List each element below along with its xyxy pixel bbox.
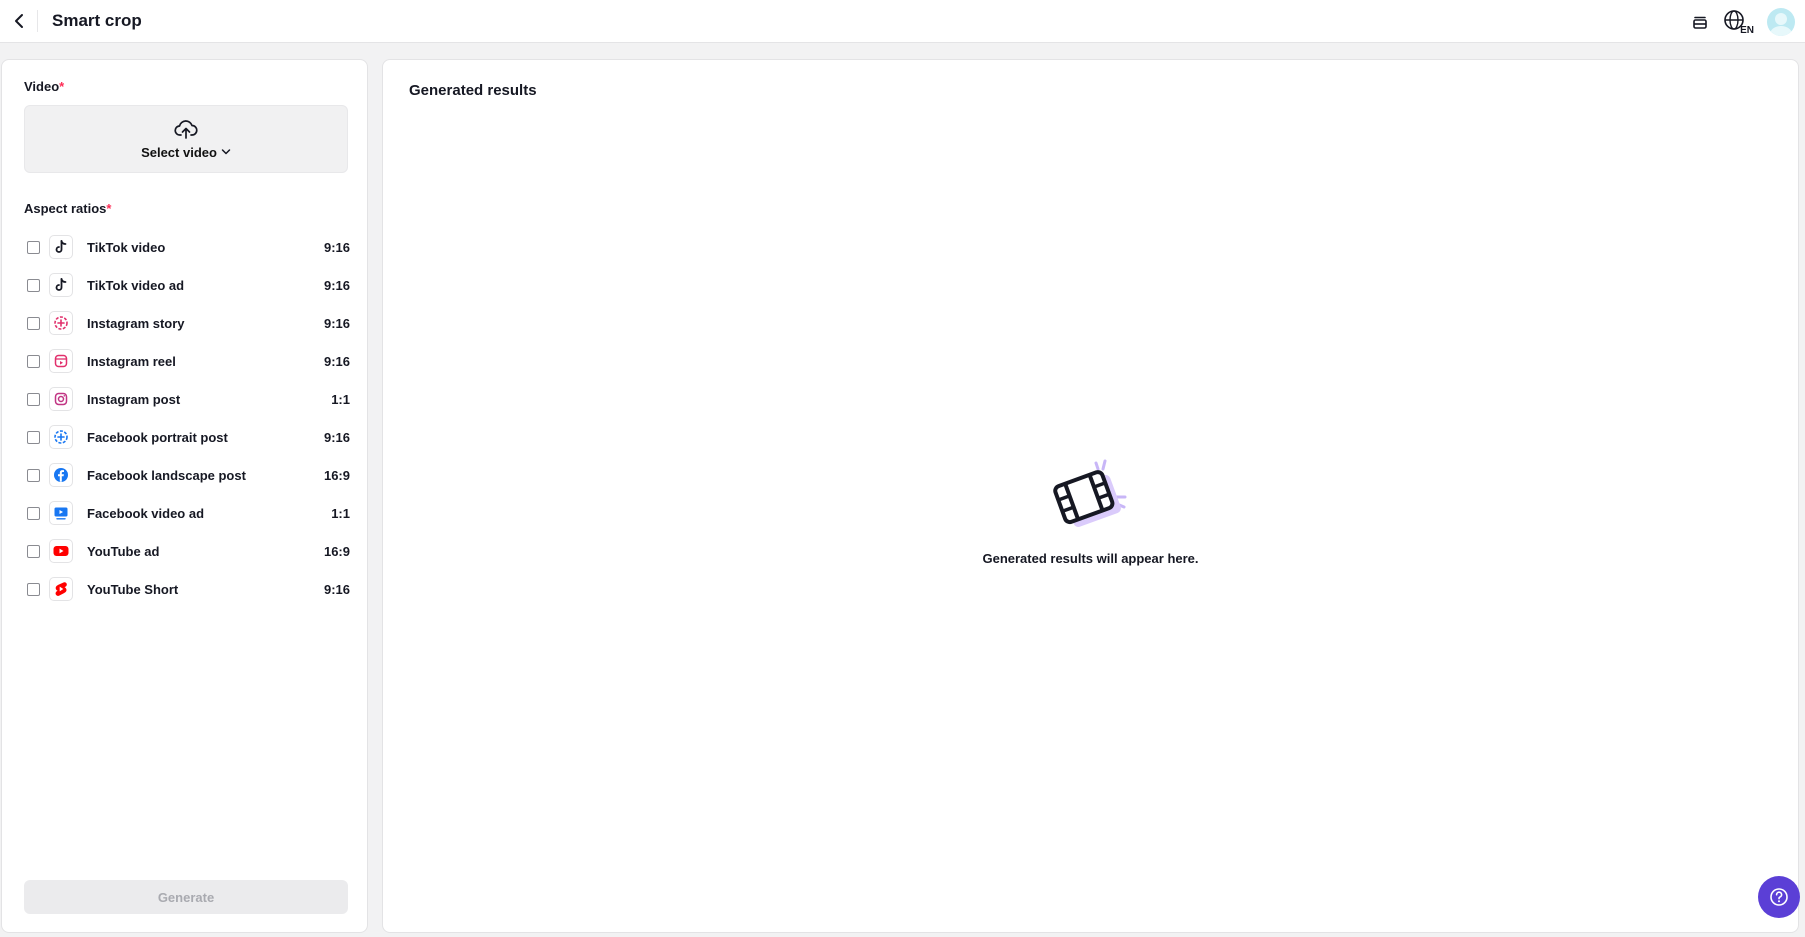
select-video-label: Select video <box>141 144 217 160</box>
aspect-ratio-item[interactable]: YouTube ad 16:9 <box>24 532 350 570</box>
facebook-video-icon <box>49 501 73 525</box>
aspect-ratio-item[interactable]: Facebook video ad 1:1 <box>24 494 350 532</box>
aspect-ratio-label: Facebook video ad <box>87 505 205 521</box>
top-bar: Smart crop EN <box>0 0 1805 43</box>
aspect-ratio-item[interactable]: TikTok video ad 9:16 <box>24 266 350 304</box>
aspect-ratios-label: Aspect ratios* <box>24 201 112 216</box>
language-code: EN <box>1740 24 1754 36</box>
aspect-ratio-item[interactable]: Facebook landscape post 16:9 <box>24 456 350 494</box>
aspect-ratio-value: 9:16 <box>323 277 350 293</box>
aspect-ratio-value: 16:9 <box>323 543 350 559</box>
aspect-ratio-list: TikTok video 9:16 TikTok video ad 9:16 I… <box>24 228 350 608</box>
tasks-button[interactable] <box>1691 13 1709 31</box>
aspect-ratio-item[interactable]: YouTube Short 9:16 <box>24 570 350 608</box>
generate-button[interactable]: Generate <box>24 880 348 914</box>
aspect-ratio-value: 1:1 <box>331 505 350 521</box>
aspect-ratio-item[interactable]: Instagram reel 9:16 <box>24 342 350 380</box>
aspect-ratio-value: 16:9 <box>323 467 350 483</box>
aspect-ratio-checkbox[interactable] <box>27 582 40 596</box>
aspect-ratio-value: 9:16 <box>323 239 350 255</box>
aspect-ratio-value: 1:1 <box>331 391 350 407</box>
aspect-ratio-label: Facebook landscape post <box>87 467 246 483</box>
aspect-ratio-item[interactable]: Instagram post 1:1 <box>24 380 350 418</box>
aspect-ratio-label: Instagram post <box>87 391 181 407</box>
results-title: Generated results <box>409 82 537 99</box>
chevron-left-icon <box>14 14 23 28</box>
youtube-icon <box>49 539 73 563</box>
aspect-ratio-label: YouTube Short <box>87 581 179 597</box>
aspect-ratio-label: TikTok video ad <box>87 277 185 293</box>
stack-icon <box>1693 16 1707 29</box>
tiktok-icon <box>49 235 73 259</box>
aspect-ratio-value: 9:16 <box>323 315 350 331</box>
aspect-ratio-item[interactable]: Instagram story 9:16 <box>24 304 350 342</box>
header-actions: EN <box>1691 0 1795 43</box>
video-section-label: Video* <box>24 79 65 94</box>
aspect-ratio-item[interactable]: Facebook portrait post 9:16 <box>24 418 350 456</box>
select-video-button[interactable]: Select video <box>24 105 348 173</box>
avatar[interactable] <box>1767 7 1795 36</box>
question-mark-icon <box>1770 888 1788 906</box>
aspect-ratio-checkbox[interactable] <box>27 468 40 482</box>
help-button[interactable] <box>1758 876 1800 918</box>
empty-state-message: Generated results will appear here. <box>982 551 1199 566</box>
facebook-story-icon <box>49 425 73 449</box>
aspect-ratio-checkbox[interactable] <box>27 392 40 406</box>
aspect-ratio-checkbox[interactable] <box>27 544 40 558</box>
instagram-story-icon <box>49 311 73 335</box>
aspect-ratio-label: TikTok video <box>87 239 166 255</box>
cloud-upload-icon <box>174 119 198 139</box>
aspect-ratio-checkbox[interactable] <box>27 506 40 520</box>
aspect-ratio-value: 9:16 <box>323 581 350 597</box>
facebook-icon <box>49 463 73 487</box>
aspect-ratio-label: Instagram reel <box>87 353 176 369</box>
chevron-down-icon <box>221 149 231 155</box>
aspect-ratio-value: 9:16 <box>323 353 350 369</box>
aspect-ratio-checkbox[interactable] <box>27 430 40 444</box>
empty-state: Generated results will appear here. <box>383 455 1798 566</box>
aspect-ratio-label: YouTube ad <box>87 543 160 559</box>
film-reel-icon <box>1052 459 1126 527</box>
settings-panel: Video* Select video Aspect ratios* TikTo… <box>1 59 368 933</box>
back-button[interactable] <box>0 10 38 32</box>
aspect-ratio-label: Instagram story <box>87 315 185 331</box>
aspect-ratio-item[interactable]: TikTok video 9:16 <box>24 228 350 266</box>
language-button[interactable]: EN <box>1723 7 1754 37</box>
tiktok-icon <box>49 273 73 297</box>
aspect-ratio-checkbox[interactable] <box>27 240 40 254</box>
instagram-icon <box>49 387 73 411</box>
aspect-ratio-checkbox[interactable] <box>27 354 40 368</box>
results-panel: Generated results Generated results will… <box>382 59 1799 933</box>
page-title: Smart crop <box>52 11 142 30</box>
aspect-ratio-label: Facebook portrait post <box>87 429 228 445</box>
instagram-reel-icon <box>49 349 73 373</box>
aspect-ratio-checkbox[interactable] <box>27 278 40 292</box>
aspect-ratio-checkbox[interactable] <box>27 316 40 330</box>
youtube-shorts-icon <box>49 577 73 601</box>
aspect-ratio-value: 9:16 <box>323 429 350 445</box>
